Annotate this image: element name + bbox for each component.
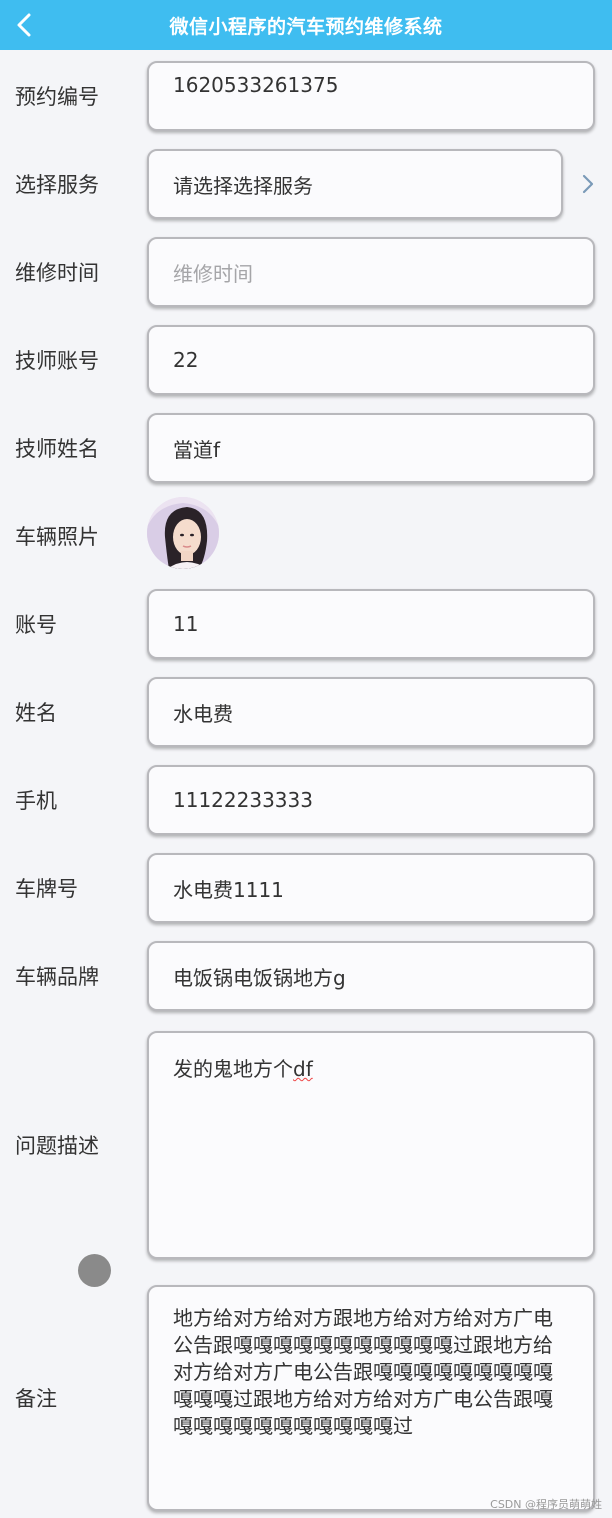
label-problem: 问题描述 — [15, 1134, 99, 1158]
label-phone: 手机 — [15, 789, 57, 813]
service-select[interactable]: 请选择选择服务 — [147, 149, 563, 219]
account-field[interactable]: 11 — [147, 589, 595, 659]
plate-field[interactable]: 水电费1111 — [147, 853, 595, 923]
label-tech-account: 技师账号 — [15, 349, 99, 373]
service-arrow[interactable] — [576, 169, 600, 199]
label-brand: 车辆品牌 — [15, 965, 99, 989]
page-title: 微信小程序的汽车预约维修系统 — [169, 15, 443, 38]
booking-no-field[interactable]: 1620533261375 — [147, 61, 595, 131]
brand-field[interactable]: 电饭锅电饭锅地方g — [147, 941, 595, 1011]
label-vehicle-photo: 车辆照片 — [15, 525, 99, 549]
tech-name-field[interactable]: 當道f — [147, 413, 595, 483]
repair-time-field[interactable]: 维修时间 — [147, 237, 595, 307]
problem-text: 发的鬼地方个df — [173, 1057, 313, 1081]
chevron-left-icon — [17, 13, 31, 37]
photo-portrait — [147, 497, 219, 569]
phone-field[interactable]: 11122233333 — [147, 765, 595, 835]
label-repair-time: 维修时间 — [15, 261, 99, 285]
label-account: 账号 — [15, 613, 57, 637]
label-name: 姓名 — [15, 701, 57, 725]
nav-bar: 微信小程序的汽车预约维修系统 — [0, 0, 612, 50]
chevron-right-icon — [582, 174, 594, 194]
label-notes: 备注 — [15, 1387, 57, 1411]
floating-ball[interactable] — [78, 1254, 111, 1287]
label-plate: 车牌号 — [15, 877, 78, 901]
spellcheck-flag: df — [293, 1057, 313, 1081]
problem-textarea[interactable]: 发的鬼地方个df — [147, 1031, 595, 1259]
label-tech-name: 技师姓名 — [15, 437, 99, 461]
tech-account-field[interactable]: 22 — [147, 325, 595, 395]
vehicle-photo[interactable] — [147, 497, 219, 569]
watermark: CSDN @程序员萌萌姓 — [490, 1498, 602, 1511]
label-service: 选择服务 — [15, 173, 99, 197]
label-booking-no: 预约编号 — [15, 85, 99, 109]
notes-textarea[interactable]: 地方给对方给对方跟地方给对方给对方广电公告跟嘎嘎嘎嘎嘎嘎嘎嘎嘎嘎嘎过跟地方给对方… — [147, 1285, 595, 1511]
back-button[interactable] — [10, 8, 38, 42]
name-field[interactable]: 水电费 — [147, 677, 595, 747]
